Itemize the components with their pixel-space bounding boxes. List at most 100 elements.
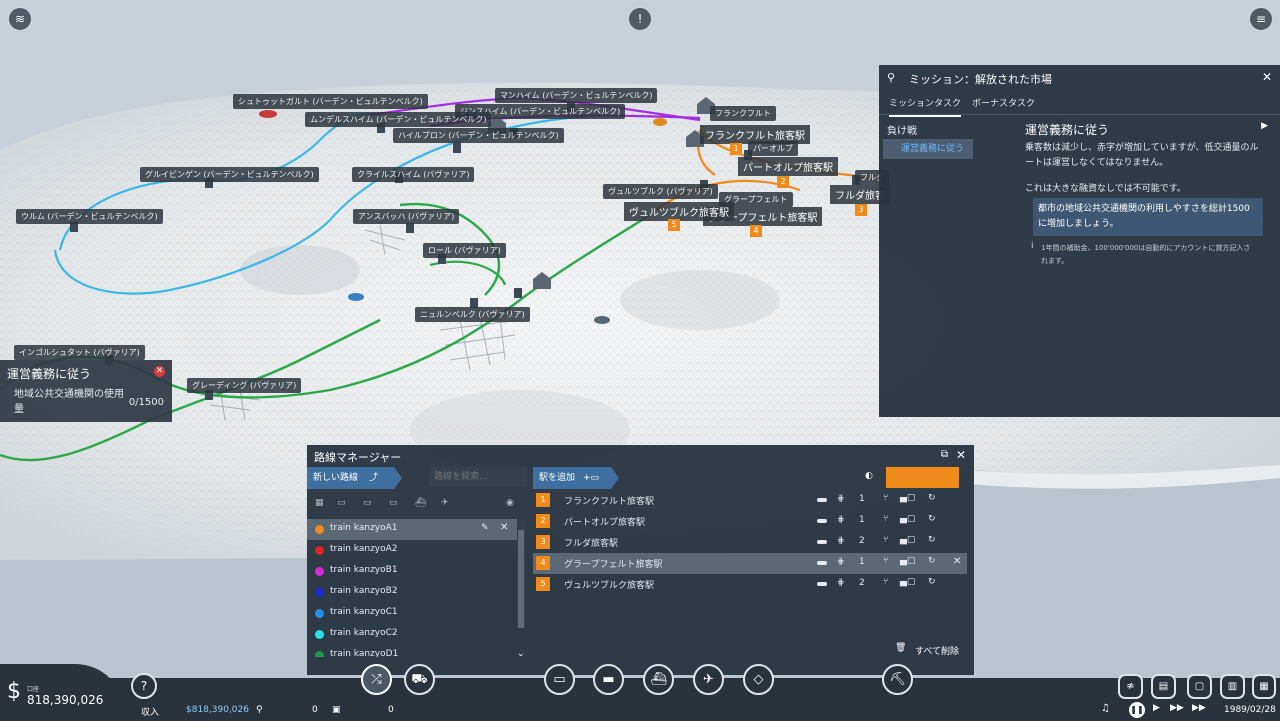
new-line-button[interactable]: 新しい路線 ⤴ [307, 467, 402, 489]
palette-icon[interactable]: ◐ [865, 471, 873, 481]
fastest-forward-icon[interactable]: ▶▶ [1192, 703, 1206, 713]
city-label-ulm[interactable]: ウルム (バーデン・ビュルテンベルク) [16, 209, 163, 224]
station-row[interactable]: 3 フルダ旅客駅 ⋕ 2 ⑂ ▄▢ ↻ [533, 532, 967, 553]
line-manager-button[interactable]: ⤮ [361, 664, 392, 695]
city-label-ansbach[interactable]: アンスバッハ (バヴァリア) [353, 209, 460, 224]
line-search-input[interactable] [429, 467, 527, 487]
tab-bonus-tasks[interactable]: ボーナスタスク [972, 96, 1035, 115]
station-toggle[interactable] [817, 498, 827, 502]
station-marker-2[interactable]: 2 [777, 176, 789, 188]
close-icon[interactable]: ✕ [956, 448, 966, 462]
city-label-wurzburg[interactable]: ヴュルツブルク (バヴァリア) [603, 184, 718, 199]
statistics-icon[interactable]: ▤ [1151, 674, 1176, 699]
industry-icon[interactable]: ▦ [1252, 674, 1276, 699]
line-list-item[interactable]: train kanzyoA1 ✎ ✕ [307, 519, 517, 540]
line-list-item[interactable]: train kanzyoA2 [307, 540, 517, 561]
refresh-vehicle-icon[interactable]: ↻ [928, 577, 936, 587]
vehicle-manager-button[interactable]: ⛟ [404, 664, 435, 695]
menu-icon[interactable]: ≡ [1249, 7, 1273, 31]
finance-icon[interactable]: ≉ [1118, 674, 1143, 699]
platform-icon[interactable]: ▄▢ [900, 535, 915, 545]
chevron-down-icon[interactable]: ⌄ [517, 649, 525, 659]
objective-tracker[interactable]: 運営義務に従う ✕ 地域公共交通機関の使用量 0/1500 [0, 360, 172, 422]
task-list-item[interactable]: 運営義務に従う [883, 139, 973, 159]
branch-icon[interactable]: ⑂ [883, 556, 888, 566]
line-color-swatch[interactable] [886, 467, 959, 488]
refresh-vehicle-icon[interactable]: ↻ [928, 493, 936, 503]
messages-icon[interactable]: ▢ [1187, 674, 1212, 699]
station-marker-4[interactable]: 4 [750, 225, 762, 237]
play-icon[interactable]: ▶ [1261, 121, 1268, 131]
filter-ship-icon[interactable]: ⛴ [415, 498, 426, 508]
ship-build-button[interactable]: ⛴ [643, 664, 674, 695]
layers-icon[interactable]: ≋ [8, 7, 32, 31]
station-marker-3[interactable]: 3 [855, 204, 867, 216]
city-label-mundelsheim[interactable]: ムンデルスハイム (バーデン・ビュルテンベルク) [305, 112, 492, 127]
filter-train-icon[interactable]: ▭ [389, 498, 398, 508]
train-build-button[interactable]: ▬ [593, 664, 624, 695]
filter-all-icon[interactable]: ▦ [315, 498, 324, 508]
city-label-nurnberg[interactable]: ニュルンベルク (バヴァリア) [415, 307, 530, 322]
popout-icon[interactable]: ⧉ [941, 449, 948, 460]
city-label-stuttgart[interactable]: シュトゥットガルト (バーデン・ビュルテンベルク) [233, 94, 428, 109]
station-marker-1[interactable]: 1 [730, 143, 742, 155]
refresh-vehicle-icon[interactable]: ↻ [928, 514, 936, 524]
branch-icon[interactable]: ⑂ [883, 577, 888, 587]
station-row[interactable]: 5 ヴュルツブルク旅客駅 ⋕ 2 ⑂ ▄▢ ↻ [533, 574, 967, 595]
close-icon[interactable]: ✕ [1262, 70, 1272, 84]
branch-icon[interactable]: ⑂ [883, 493, 888, 503]
station-toggle[interactable] [817, 561, 827, 565]
line-list-item[interactable]: train kanzyoC2 [307, 624, 517, 645]
visibility-eye-icon[interactable]: ◉ [506, 498, 514, 508]
branch-icon[interactable]: ⑂ [883, 535, 888, 545]
add-station-button[interactable]: 駅を追加 +▭ [533, 467, 619, 489]
play-icon[interactable]: ▶ [1153, 703, 1160, 713]
city-label-greding[interactable]: グレーディング (バヴァリア) [187, 378, 302, 393]
trash-icon[interactable]: 🗑 [895, 643, 906, 653]
station-toggle[interactable] [817, 582, 827, 586]
station-marker-5[interactable]: 5 [668, 219, 680, 231]
refresh-vehicle-icon[interactable]: ↻ [928, 535, 936, 545]
city-label-roth[interactable]: ロール (バヴァリア) [423, 243, 506, 258]
line-list-item[interactable]: train kanzyoB1 [307, 561, 517, 582]
station-toggle[interactable] [817, 519, 827, 523]
city-label-heilbronn[interactable]: ハイルブロン (バーデン・ビュルテンベルク) [393, 128, 564, 143]
platform-icon[interactable]: ▄▢ [900, 514, 915, 524]
filter-bus-icon[interactable]: ▭ [337, 498, 346, 508]
station-row[interactable]: 1 フランクフルト旅客駅 ⋕ 1 ⑂ ▄▢ ↻ [533, 490, 967, 511]
terrain-build-button[interactable]: ◇ [743, 664, 774, 695]
platform-icon[interactable]: ▄▢ [900, 556, 915, 566]
bulldozer-button[interactable]: ⛏ [882, 664, 913, 695]
close-icon[interactable]: ✕ [154, 366, 165, 377]
city-label-ingolstadt[interactable]: インゴルシュタット (バヴァリア) [14, 345, 145, 360]
city-label-mannheim[interactable]: マンハイム (バーデン・ビュルテンベルク) [495, 88, 658, 103]
scrollbar-thumb[interactable] [518, 530, 524, 628]
pause-icon[interactable]: ❚❚ [1129, 702, 1145, 718]
filter-tram-icon[interactable]: ▭ [363, 498, 372, 508]
pencil-icon[interactable]: ✎ [481, 523, 489, 533]
bus-build-button[interactable]: ▭ [544, 664, 575, 695]
station-row[interactable]: 4 グラープフェルト旅客駅 ⋕ 1 ⑂ ▄▢ ↻ ✕ [533, 553, 967, 574]
plane-build-button[interactable]: ✈ [693, 664, 724, 695]
city-icon[interactable]: ▥ [1220, 674, 1245, 699]
delete-icon[interactable]: ✕ [500, 522, 508, 533]
delete-icon[interactable]: ✕ [953, 556, 961, 567]
station-label-paderborn[interactable]: パートオルプ旅客駅 [738, 157, 838, 176]
station-label-frankfurt[interactable]: フランクフルト旅客駅 [700, 125, 810, 144]
help-button[interactable]: ? [131, 673, 157, 699]
alert-icon[interactable]: ! [628, 7, 652, 31]
line-list-item[interactable]: train kanzyoD1 [307, 645, 517, 657]
filter-plane-icon[interactable]: ✈ [441, 498, 449, 508]
line-list-item[interactable]: train kanzyoC1 [307, 603, 517, 624]
line-list-item[interactable]: train kanzyoB2 [307, 582, 517, 603]
clear-all-button[interactable]: すべて削除 [915, 644, 959, 657]
platform-icon[interactable]: ▄▢ [900, 577, 915, 587]
city-label-frankfurt[interactable]: フランクフルト [710, 106, 776, 121]
music-icon[interactable]: ♫ [1101, 703, 1110, 714]
branch-icon[interactable]: ⑂ [883, 514, 888, 524]
city-label-gruibingen[interactable]: グルイビンゲン (バーデン・ビュルテンベルク) [140, 167, 319, 182]
platform-icon[interactable]: ▄▢ [900, 493, 915, 503]
refresh-vehicle-icon[interactable]: ↻ [928, 556, 936, 566]
fast-forward-icon[interactable]: ▶▶ [1170, 703, 1184, 713]
station-toggle[interactable] [817, 540, 827, 544]
